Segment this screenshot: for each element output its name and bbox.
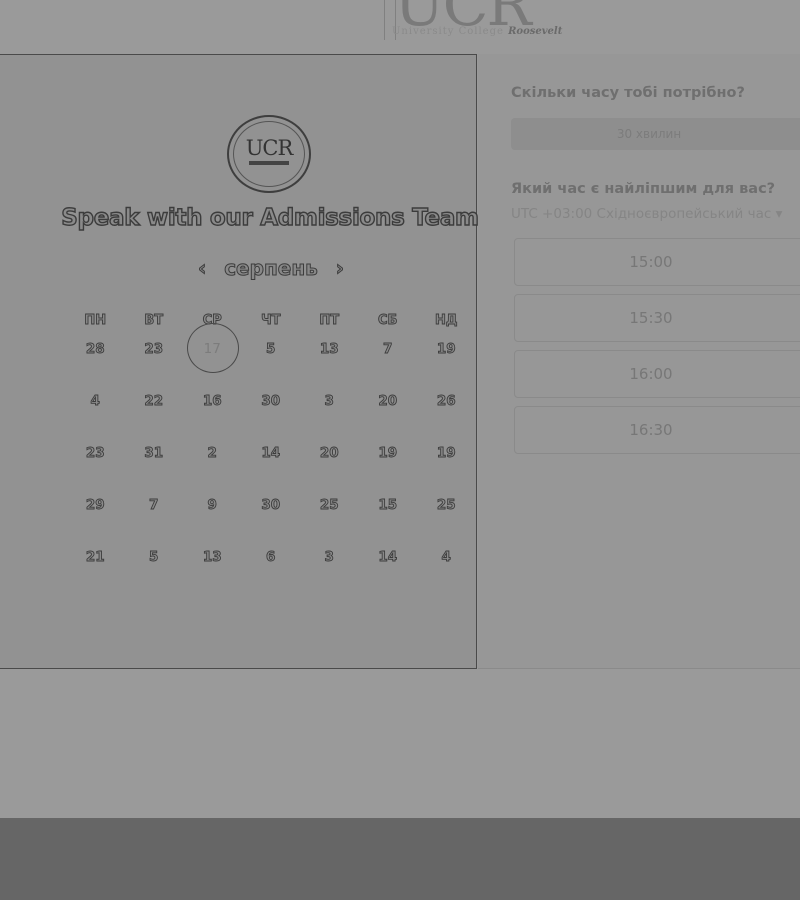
ucr-emblem-icon: UCR — [227, 115, 311, 193]
calendar-day[interactable]: 21 — [66, 547, 125, 567]
time-slot-button[interactable]: 16:30 — [514, 406, 800, 454]
logo-subtitle: University College Roosevelt — [392, 26, 562, 37]
calendar-day[interactable]: 19 — [417, 339, 476, 359]
calendar-week-1: 28 23 17 5 13 7 19 — [66, 323, 476, 373]
calendar-day[interactable]: 4 — [66, 391, 125, 411]
calendar-day[interactable]: 14 — [242, 443, 301, 463]
chevron-down-icon: ▾ — [775, 206, 783, 222]
timezone-select[interactable]: UTC +03:00 Східноєвропейський час ▾ — [511, 206, 782, 222]
weekday-sun: НД — [435, 313, 458, 329]
calendar-title: Speak with our Admissions Team — [61, 204, 480, 231]
calendar-day[interactable]: 9 — [183, 495, 242, 515]
calendar-day[interactable]: 6 — [242, 547, 301, 567]
chevron-left-icon[interactable]: ‹ — [197, 255, 206, 281]
calendar-day[interactable]: 31 — [125, 443, 184, 463]
logo-subtitle-line2: Roosevelt — [508, 26, 563, 37]
time-slot-button[interactable]: 15:30 — [514, 294, 800, 342]
emblem-text: UCR — [245, 136, 294, 160]
calendar-day[interactable]: 20 — [300, 443, 359, 463]
calendar-day[interactable]: 19 — [359, 443, 418, 463]
logo-subtitle-line1: University College — [392, 26, 504, 37]
calendar-day[interactable]: 23 — [66, 443, 125, 463]
calendar-day[interactable]: 7 — [359, 339, 418, 359]
weekday-header: ПН ВТ СР ЧТ ПТ СБ НД — [66, 312, 476, 330]
emblem-bar — [249, 161, 289, 165]
calendar-day[interactable]: 29 — [66, 495, 125, 515]
calendar-day[interactable]: 3 — [300, 547, 359, 567]
calendar-day[interactable]: 13 — [300, 339, 359, 359]
calendar-day[interactable]: 25 — [300, 495, 359, 515]
calendar-day[interactable]: 2 — [183, 443, 242, 463]
calendar-day[interactable]: 13 — [183, 547, 242, 567]
booking-panel: Скільки часу тобі потрібно? 30 хвилин Як… — [478, 54, 800, 669]
weekday-fri: ПТ — [319, 313, 340, 329]
calendar-day-selected[interactable]: 17 — [183, 323, 242, 373]
calendar-day[interactable]: 28 — [66, 339, 125, 359]
calendar-day[interactable]: 15 — [359, 495, 418, 515]
footer-bar — [0, 818, 800, 900]
weekday-thu: ЧТ — [261, 313, 281, 329]
timezone-label: UTC +03:00 Східноєвропейський час — [511, 206, 772, 222]
calendar-day[interactable]: 3 — [300, 391, 359, 411]
time-slot-button[interactable]: 15:00 — [514, 238, 800, 286]
calendar-day[interactable]: 30 — [242, 391, 301, 411]
calendar-day[interactable]: 25 — [417, 495, 476, 515]
calendar-week-5: 21 5 13 6 3 14 4 — [66, 547, 476, 567]
calendar-day[interactable]: 16 — [183, 391, 242, 411]
weekday-sat: СБ — [378, 313, 398, 329]
calendar-week-3: 23 31 2 14 20 19 19 — [66, 443, 476, 463]
calendar-day[interactable]: 19 — [417, 443, 476, 463]
month-label: серпень — [224, 256, 319, 281]
calendar-panel: UCR Speak with our Admissions Team ‹ сер… — [0, 54, 480, 669]
time-slot-button[interactable]: 16:00 — [514, 350, 800, 398]
time-question: Який час є найліпшим для вас? — [511, 181, 776, 197]
selected-day-ring — [187, 323, 239, 373]
weekday-mon: ПН — [84, 313, 107, 329]
calendar-day[interactable]: 20 — [359, 391, 418, 411]
calendar-day[interactable]: 4 — [417, 547, 476, 567]
month-navigator: ‹ серпень › — [197, 255, 344, 281]
duration-option[interactable]: 30 хвилин — [511, 118, 800, 150]
calendar-day[interactable]: 5 — [242, 339, 301, 359]
weekday-tue: ВТ — [144, 313, 164, 329]
chevron-right-icon[interactable]: › — [335, 255, 344, 281]
calendar-week-4: 29 7 9 30 25 15 25 — [66, 495, 476, 515]
calendar-week-2: 4 22 16 30 3 20 26 — [66, 391, 476, 411]
calendar-day[interactable]: 26 — [417, 391, 476, 411]
university-logo: UCR University College Roosevelt — [380, 0, 580, 42]
calendar-day[interactable]: 30 — [242, 495, 301, 515]
calendar-day[interactable]: 7 — [125, 495, 184, 515]
duration-question: Скільки часу тобі потрібно? — [511, 85, 745, 101]
calendar-day[interactable]: 5 — [125, 547, 184, 567]
calendar-day[interactable]: 22 — [125, 391, 184, 411]
calendar-day[interactable]: 23 — [125, 339, 184, 359]
calendar-day[interactable]: 14 — [359, 547, 418, 567]
